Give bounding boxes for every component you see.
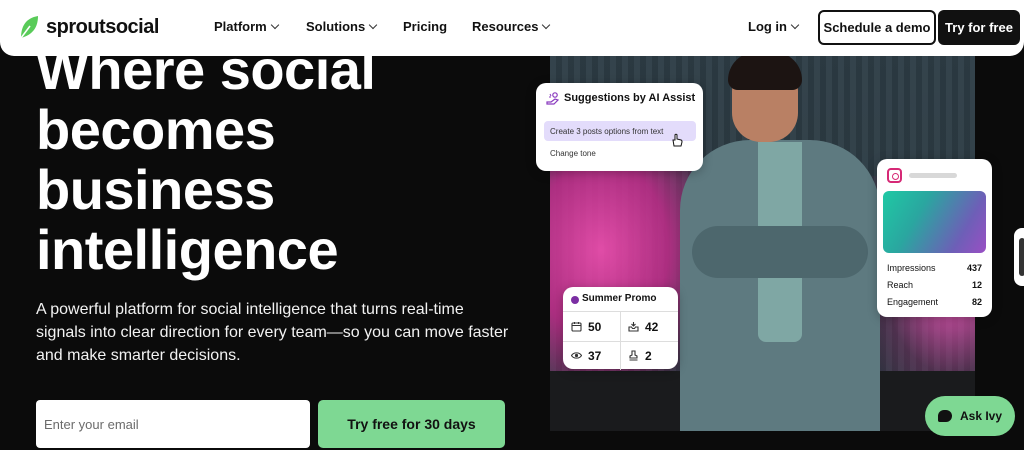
top-nav: sproutsocial Platform Solutions Pricing … <box>0 0 1024 56</box>
hand-cursor-icon <box>672 133 683 147</box>
promo-stats-grid: 50 42 37 2 <box>563 311 678 370</box>
schedule-demo-button[interactable]: Schedule a demo <box>818 10 936 45</box>
email-input[interactable] <box>36 400 310 448</box>
chat-label: Ask Ivy <box>959 409 1003 423</box>
promo-stat-value: 2 <box>645 348 652 363</box>
headline-line: intelligence <box>36 218 339 281</box>
stamp-icon <box>629 350 638 361</box>
nav-platform-label: Platform <box>214 19 267 34</box>
ai-assist-card: Suggestions by AI Assist Create 3 posts … <box>536 83 703 171</box>
nav-pricing[interactable]: Pricing <box>403 19 447 34</box>
nav-solutions-label: Solutions <box>306 19 366 34</box>
side-panel-handle[interactable] <box>1014 228 1024 286</box>
person-figure <box>670 56 890 431</box>
hero-headline: Where social becomes business intelligen… <box>36 40 506 280</box>
crossed-arms <box>692 226 868 278</box>
nav-platform[interactable]: Platform <box>214 19 279 34</box>
inbox-icon <box>628 322 639 332</box>
summer-promo-card: Summer Promo 50 42 37 2 <box>563 287 678 370</box>
placeholder-bar <box>909 173 957 178</box>
ai-option-change-tone[interactable]: Change tone <box>550 149 596 158</box>
nav-resources[interactable]: Resources <box>472 19 551 34</box>
calendar-icon <box>571 322 582 332</box>
post-preview <box>883 191 986 253</box>
promo-stat-value: 42 <box>645 319 659 334</box>
hair <box>728 56 802 90</box>
promo-dot <box>571 296 579 304</box>
promo-stat: 37 <box>563 341 620 370</box>
ask-ivy-chat-button[interactable]: Ask Ivy <box>925 396 1015 436</box>
start-trial-button[interactable]: Try free for 30 days <box>318 400 505 448</box>
instagram-stats-card: Impressions 437 Reach 12 Engagement 82 <box>877 159 992 317</box>
ai-hand-icon <box>546 92 560 105</box>
nav-solutions[interactable]: Solutions <box>306 19 378 34</box>
logo-text: sproutsocial <box>46 15 159 38</box>
promo-stat: 50 <box>563 312 620 341</box>
promo-stat: 42 <box>620 312 677 341</box>
promo-title: Summer Promo <box>582 293 657 304</box>
stat-label: Impressions <box>887 263 936 273</box>
login-link[interactable]: Log in <box>748 19 800 34</box>
chevron-down-icon <box>542 20 551 30</box>
nav-pricing-label: Pricing <box>403 19 448 34</box>
stat-row: Impressions 437 <box>887 263 982 273</box>
stat-row: Engagement 82 <box>887 297 982 307</box>
stat-value: 82 <box>971 297 982 307</box>
stat-label: Engagement <box>887 297 939 307</box>
stat-row: Reach 12 <box>887 280 982 290</box>
login-label: Log in <box>748 19 787 34</box>
sprout-logo[interactable]: sproutsocial <box>18 14 159 40</box>
nav-resources-label: Resources <box>472 19 539 34</box>
ai-card-title: Suggestions by AI Assist <box>564 92 696 104</box>
stat-value: 437 <box>966 263 982 273</box>
eye-icon <box>571 352 582 359</box>
try-free-button[interactable]: Try for free <box>938 10 1020 45</box>
chat-bubble-icon <box>937 410 952 422</box>
chevron-down-icon <box>270 20 279 30</box>
instagram-icon <box>887 168 902 183</box>
promo-stat-value: 37 <box>588 348 602 363</box>
stat-value: 12 <box>971 280 982 290</box>
hero-subtext: A powerful platform for social intellige… <box>36 301 509 364</box>
chevron-down-icon <box>368 20 378 30</box>
headline-line: business <box>36 158 275 221</box>
stat-label: Reach <box>887 280 914 290</box>
headline-line: becomes <box>36 98 276 161</box>
chevron-down-icon <box>790 20 800 30</box>
promo-stat-value: 50 <box>588 319 602 334</box>
promo-stat: 2 <box>620 341 677 370</box>
sprout-leaf-icon <box>20 16 38 39</box>
